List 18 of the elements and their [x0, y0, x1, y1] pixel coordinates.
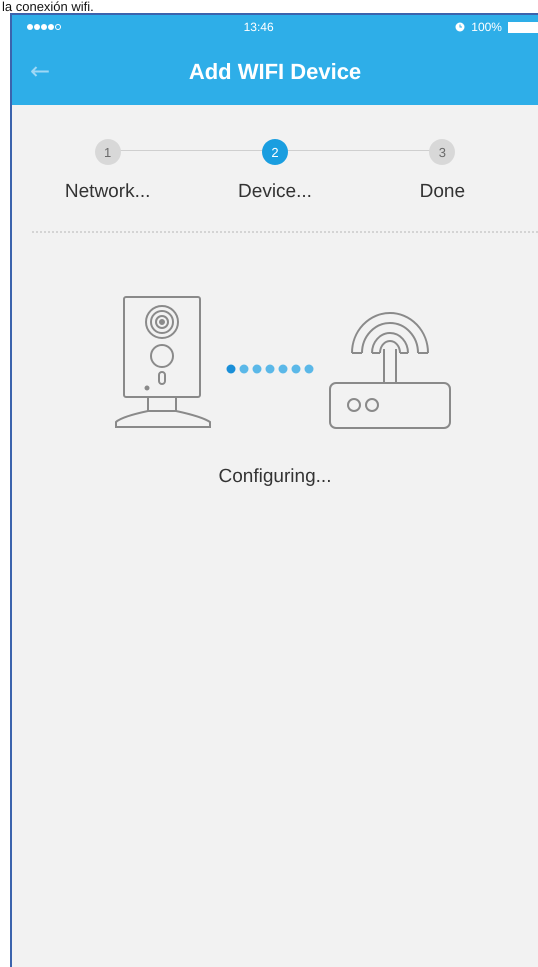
- camera-icon: [114, 296, 212, 430]
- status-time: 13:46: [244, 20, 274, 34]
- step-label: Device...: [238, 181, 312, 203]
- step-number: 2: [262, 139, 288, 165]
- step-number: 1: [94, 139, 121, 165]
- step-label: Done: [420, 181, 466, 203]
- step-number: 3: [429, 139, 456, 165]
- battery-icon: [508, 22, 538, 32]
- status-message: Configuring...: [218, 466, 332, 488]
- battery-percent: 100%: [471, 20, 502, 34]
- page-title: Add WIFI Device: [188, 59, 362, 85]
- caption-text: la conexión wifi.: [2, 0, 94, 13]
- back-button[interactable]: ←: [30, 57, 50, 85]
- step-label: Network...: [64, 181, 150, 203]
- connection-dots-icon: [226, 364, 314, 374]
- signal-icon: [26, 23, 62, 31]
- alarm-icon: [455, 22, 466, 32]
- router-icon: [328, 310, 452, 430]
